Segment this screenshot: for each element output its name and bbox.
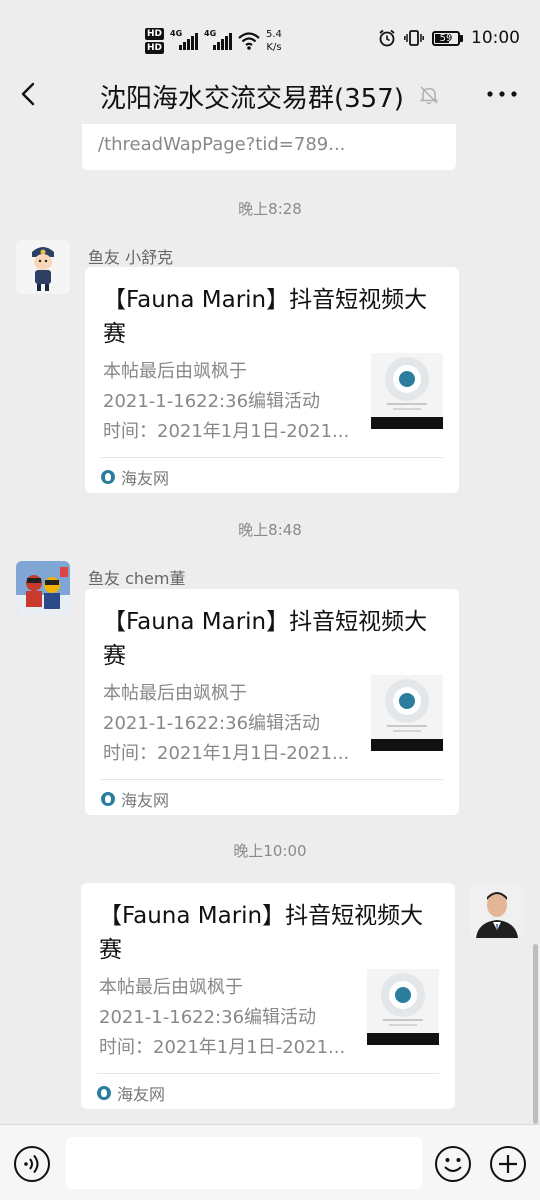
card-source: 海友网 [101,787,169,811]
card-desc-line: 本帖最后由飒枫于 [99,977,243,998]
chat-message-list[interactable]: /threadWapPage?tid=789... 晚上8:28 鱼友 小舒克 … [0,124,540,1124]
card-thumbnail [371,353,443,429]
card-source: 海友网 [97,1081,165,1105]
more-dots-icon [487,91,517,97]
card-description: 本帖最后由飒枫于 2021-1-1622:36编辑活动 时间：2021年1月1日… [99,973,361,1063]
card-description: 本帖最后由飒枫于 2021-1-1622:36编辑活动 时间：2021年1月1日… [103,357,365,447]
card-desc-line: 本帖最后由飒枫于 [103,683,247,704]
avatar[interactable] [16,561,70,615]
cartoon-police-avatar-icon [16,240,70,294]
status-time: 10:00 [471,28,520,48]
link-card[interactable]: 【Fauna Marin】抖音短视频大赛 本帖最后由飒枫于 2021-1-162… [81,883,455,1109]
more-options-button[interactable] [484,80,520,108]
card-source-name: 海友网 [121,469,170,488]
card-source-name: 海友网 [121,791,170,810]
back-button[interactable] [12,76,48,112]
network-type-1: 4G [170,29,183,38]
card-desc-line: 2021-1-1622:36编辑活动 [103,391,321,412]
sender-name: 鱼友 小舒克 [88,248,174,267]
card-title: 【Fauna Marin】抖音短视频大赛 [99,903,424,963]
speed-unit: K/s [266,42,282,53]
timestamp: 晚上10:00 [233,842,307,860]
avatar[interactable] [16,240,70,294]
link-card[interactable]: 【Fauna Marin】抖音短视频大赛 本帖最后由飒枫于 2021-1-162… [85,267,459,493]
plus-icon [490,1146,526,1182]
card-desc-line: 时间：2021年1月1日-2021... [103,421,350,442]
haiyou-logo-icon [101,470,115,484]
card-description: 本帖最后由飒枫于 2021-1-1622:36编辑活动 时间：2021年1月1日… [103,679,365,769]
divider [97,1073,439,1074]
status-right-group: 59 10:00 [378,28,520,48]
qr-poster-thumbnail-icon [371,357,443,429]
network-type-2: 4G [204,29,217,38]
voice-button[interactable] [13,1145,51,1183]
card-desc-line: 时间：2021年1月1日-2021... [103,743,350,764]
ski-photo-avatar-icon [16,561,70,615]
page-title: 沈阳海水交流交易群(357) [100,84,404,114]
chevron-left-icon [21,82,35,106]
message-input[interactable] [66,1137,422,1189]
card-desc-line: 2021-1-1622:36编辑活动 [103,713,321,734]
card-desc-line: 2021-1-1622:36编辑活动 [99,1007,317,1028]
voice-icon [14,1146,50,1182]
portrait-photo-avatar-icon [470,884,524,938]
emoji-button[interactable] [434,1145,472,1183]
card-title: 【Fauna Marin】抖音短视频大赛 [103,287,428,347]
signal-icon-1: 4G [170,29,199,50]
hd-badge-1: HD [145,28,165,40]
battery-icon: 59 [432,30,463,46]
wifi-icon [238,32,260,50]
status-left-group: HD HD 4G 4G 5.4 K/s [145,24,282,58]
haiyou-logo-icon [101,792,115,806]
network-speed: 5.4 K/s [266,28,282,54]
sender-name: 鱼友 chem董 [88,569,186,588]
signal-icon-2: 4G [204,29,233,50]
link-card-partial[interactable]: /threadWapPage?tid=789... [82,124,456,170]
mute-bell-icon [419,86,439,105]
divider [101,457,443,458]
timestamp: 晚上8:28 [238,200,302,218]
smiley-icon [435,1146,471,1182]
vibrate-icon [404,30,424,46]
card-partial-text: /threadWapPage?tid=789... [98,134,346,155]
link-card[interactable]: 【Fauna Marin】抖音短视频大赛 本帖最后由飒枫于 2021-1-162… [85,589,459,815]
card-desc-line: 时间：2021年1月1日-2021... [99,1037,346,1058]
alarm-icon [379,29,395,47]
qr-poster-thumbnail-icon [371,679,443,751]
card-source-name: 海友网 [117,1085,166,1104]
card-desc-line: 本帖最后由飒枫于 [103,361,247,382]
haiyou-logo-icon [97,1086,111,1100]
card-thumbnail [371,675,443,751]
chat-header: 沈阳海水交流交易群(357) [0,64,540,124]
timestamp: 晚上8:48 [238,521,302,539]
input-bar [0,1124,540,1200]
card-source: 海友网 [101,465,169,489]
qr-poster-thumbnail-icon [367,973,439,1045]
add-button[interactable] [489,1145,527,1183]
hd-badge-2: HD [145,42,165,54]
card-thumbnail [367,969,439,1045]
avatar[interactable] [470,884,524,938]
scrollbar[interactable] [533,944,538,1124]
battery-level: 59 [439,32,453,44]
speed-value: 5.4 [266,29,282,40]
divider [101,779,443,780]
card-title: 【Fauna Marin】抖音短视频大赛 [103,609,428,669]
